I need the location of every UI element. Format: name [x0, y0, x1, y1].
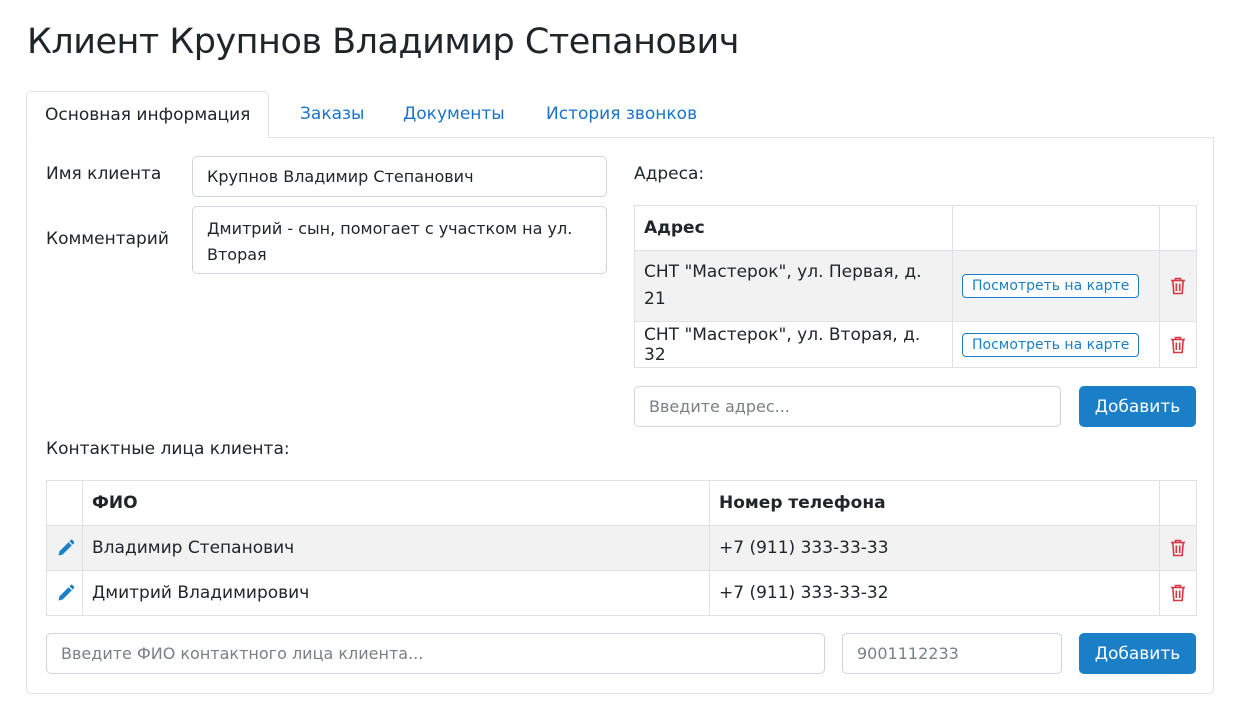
contact-row: Дмитрий Владимирович +7 (911) 333-33-32	[46, 570, 1197, 616]
view-on-map-button[interactable]: Посмотреть на карте	[962, 274, 1140, 298]
tabs-bar: Основная информация Заказы Документы Ист…	[26, 91, 1214, 138]
contact-phone-column-header: Номер телефона	[709, 480, 1160, 526]
contact-name: Дмитрий Владимирович	[82, 570, 710, 616]
comment-textarea[interactable]: Дмитрий - сын, помогает с участком на ул…	[192, 206, 607, 274]
client-name-label: Имя клиента	[46, 164, 162, 184]
address-delete-column-header	[1159, 205, 1197, 251]
tab-documents[interactable]: Документы	[385, 91, 523, 138]
view-on-map-button[interactable]: Посмотреть на карте	[962, 332, 1140, 357]
contact-name: Владимир Степанович	[82, 525, 710, 571]
client-name-input[interactable]	[192, 156, 607, 197]
page-title: Клиент Крупнов Владимир Степанович	[27, 22, 739, 62]
add-contact-button[interactable]: Добавить	[1079, 633, 1196, 674]
pencil-icon[interactable]	[56, 583, 74, 603]
contact-phone: +7 (911) 333-33-32	[709, 570, 1160, 616]
trash-icon[interactable]	[1169, 583, 1187, 603]
comment-label: Комментарий	[46, 229, 169, 249]
contacts-table: ФИО Номер телефона Владимир Степанович +…	[46, 480, 1197, 616]
address-row: СНТ "Мастерок", ул. Вторая, д. 32 Посмот…	[634, 321, 1197, 368]
contact-delete-column-header	[1159, 480, 1197, 526]
trash-icon[interactable]	[1169, 335, 1187, 355]
address-text: СНТ "Мастерок", ул. Первая, д. 21	[634, 250, 953, 322]
addresses-table: Адрес СНТ "Мастерок", ул. Первая, д. 21 …	[634, 205, 1197, 368]
address-text: СНТ "Мастерок", ул. Вторая, д. 32	[634, 321, 953, 368]
contact-name-column-header: ФИО	[82, 480, 710, 526]
address-column-header: Адрес	[634, 205, 953, 251]
tab-main-info[interactable]: Основная информация	[26, 91, 270, 138]
contact-phone-input[interactable]	[842, 633, 1062, 674]
contact-name-input[interactable]	[46, 633, 825, 674]
address-row: СНТ "Мастерок", ул. Первая, д. 21 Посмот…	[634, 250, 1197, 322]
contacts-heading: Контактные лица клиента:	[46, 439, 290, 459]
contact-phone: +7 (911) 333-33-33	[709, 525, 1160, 571]
address-input[interactable]	[634, 386, 1061, 427]
pencil-icon[interactable]	[56, 538, 74, 558]
trash-icon[interactable]	[1169, 276, 1187, 296]
main-info-panel: Имя клиента Комментарий Дмитрий - сын, п…	[26, 137, 1214, 694]
contact-row: Владимир Степанович +7 (911) 333-33-33	[46, 525, 1197, 571]
addresses-heading: Адреса:	[634, 164, 705, 184]
address-map-column-header	[952, 205, 1160, 251]
tab-orders[interactable]: Заказы	[282, 91, 382, 138]
contact-edit-column-header	[46, 480, 83, 526]
add-address-button[interactable]: Добавить	[1079, 386, 1196, 427]
tab-call-history[interactable]: История звонков	[528, 91, 715, 138]
trash-icon[interactable]	[1169, 538, 1187, 558]
